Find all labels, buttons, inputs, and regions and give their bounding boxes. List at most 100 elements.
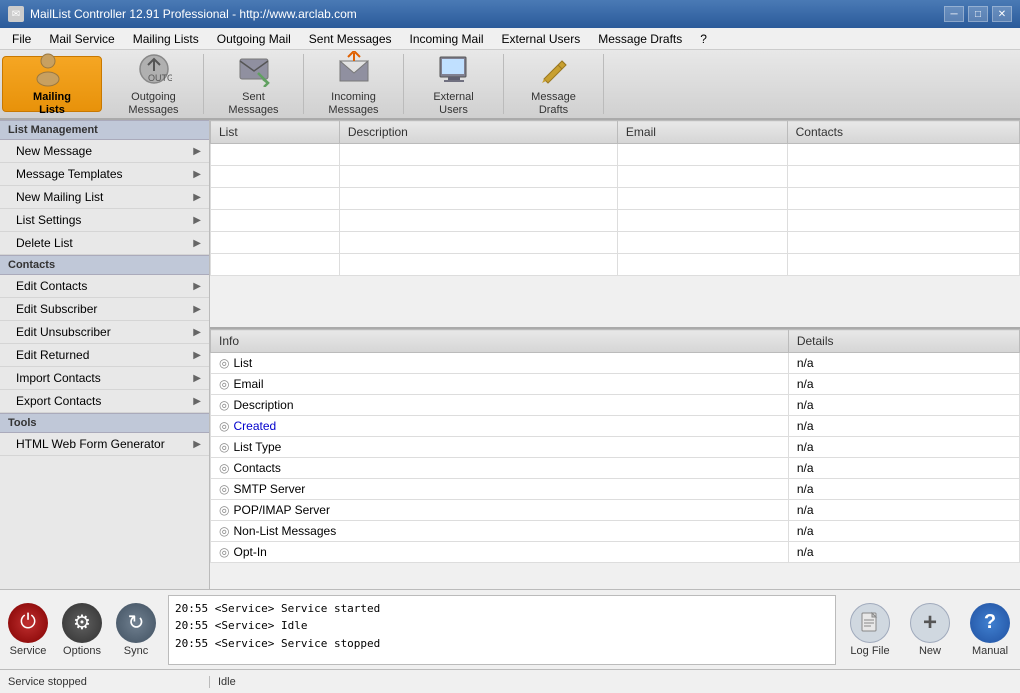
external-users-icon — [434, 51, 474, 87]
sidebar-item-delete-list[interactable]: Delete List ▶ — [0, 232, 209, 255]
sidebar-item-new-mailing-list[interactable]: New Mailing List ▶ — [0, 186, 209, 209]
arrow-icon: ▶ — [193, 238, 201, 249]
outgoing-messages-icon: OUTG — [134, 51, 174, 87]
options-button[interactable]: ⚙ Options — [58, 603, 106, 657]
new-button[interactable]: + New — [904, 603, 956, 657]
info-icon: ◎ — [219, 503, 229, 517]
toolbar-external-users[interactable]: ExternalUsers — [404, 54, 504, 114]
new-label: New — [919, 645, 941, 657]
menu-sent-messages[interactable]: Sent Messages — [301, 30, 400, 48]
sidebar-item-edit-unsubscriber[interactable]: Edit Unsubscriber ▶ — [0, 321, 209, 344]
arrow-icon: ▶ — [193, 327, 201, 338]
col-list: List — [211, 121, 340, 144]
menu-incoming-mail[interactable]: Incoming Mail — [402, 30, 492, 48]
bottom-panel: ⏻ Service ⚙ Options ↻ Sync 20:55 <Servic… — [0, 589, 1020, 669]
toolbar-incoming-messages[interactable]: IncomingMessages — [304, 54, 404, 114]
sidebar-item-edit-contacts[interactable]: Edit Contacts ▶ — [0, 275, 209, 298]
info-table-container: Info Details ◎List n/a ◎Email n/a ◎Descr… — [210, 329, 1020, 589]
toolbar-outgoing-messages[interactable]: OUTG OutgoingMessages — [104, 54, 204, 114]
sidebar-item-list-settings[interactable]: List Settings ▶ — [0, 209, 209, 232]
titlebar-title: ✉ MailList Controller 12.91 Professional… — [8, 6, 357, 22]
sidebar: List Management New Message ▶ Message Te… — [0, 120, 210, 589]
table-row[interactable] — [211, 254, 1020, 276]
table-row[interactable] — [211, 166, 1020, 188]
section-tools: Tools — [0, 413, 209, 433]
manual-icon: ? — [970, 603, 1010, 643]
sidebar-item-edit-subscriber[interactable]: Edit Subscriber ▶ — [0, 298, 209, 321]
minimize-button[interactable]: ─ — [944, 6, 964, 22]
info-row-list-type: ◎List Type n/a — [211, 437, 1020, 458]
arrow-icon: ▶ — [193, 192, 201, 203]
log-file-icon — [850, 603, 890, 643]
info-icon: ◎ — [219, 356, 229, 370]
options-label: Options — [63, 645, 101, 657]
titlebar-controls: ─ □ ✕ — [944, 6, 1012, 22]
menu-message-drafts[interactable]: Message Drafts — [590, 30, 690, 48]
info-row-list: ◎List n/a — [211, 353, 1020, 374]
arrow-icon: ▶ — [193, 396, 201, 407]
arrow-icon: ▶ — [193, 169, 201, 180]
incoming-messages-icon — [334, 51, 374, 87]
content-area: List Description Email Contacts — [210, 120, 1020, 589]
mailing-lists-table: List Description Email Contacts — [210, 120, 1020, 276]
options-icon: ⚙ — [62, 603, 102, 643]
menu-file[interactable]: File — [4, 30, 39, 48]
arrow-icon: ▶ — [193, 304, 201, 315]
close-button[interactable]: ✕ — [992, 6, 1012, 22]
message-drafts-label: MessageDrafts — [531, 91, 576, 117]
toolbar-sent-messages[interactable]: SentMessages — [204, 54, 304, 114]
menubar: File Mail Service Mailing Lists Outgoing… — [0, 28, 1020, 50]
log-area: 20:55 <Service> Service started 20:55 <S… — [168, 595, 836, 665]
info-icon: ◎ — [219, 398, 229, 412]
menu-external-users[interactable]: External Users — [494, 30, 589, 48]
service-icon: ⏻ — [8, 603, 48, 643]
sidebar-item-html-web-form[interactable]: HTML Web Form Generator ▶ — [0, 433, 209, 456]
sidebar-item-edit-returned[interactable]: Edit Returned ▶ — [0, 344, 209, 367]
table-row[interactable] — [211, 188, 1020, 210]
menu-help[interactable]: ? — [692, 30, 715, 48]
sidebar-item-message-templates[interactable]: Message Templates ▶ — [0, 163, 209, 186]
outgoing-messages-label: OutgoingMessages — [128, 91, 178, 117]
app-icon: ✉ — [8, 6, 24, 22]
log-entry-3: 20:55 <Service> Service stopped — [175, 635, 829, 653]
toolbar-mailing-lists[interactable]: MailingLists — [2, 56, 102, 112]
maximize-button[interactable]: □ — [968, 6, 988, 22]
menu-mailing-lists[interactable]: Mailing Lists — [125, 30, 207, 48]
service-label: Service — [10, 645, 47, 657]
service-button[interactable]: ⏻ Service — [4, 603, 52, 657]
info-icon: ◎ — [219, 461, 229, 475]
arrow-icon: ▶ — [193, 281, 201, 292]
svg-text:OUTG: OUTG — [148, 73, 172, 83]
titlebar: ✉ MailList Controller 12.91 Professional… — [0, 0, 1020, 28]
status-service: Service stopped — [0, 676, 210, 688]
table-row[interactable] — [211, 144, 1020, 166]
toolbar: MailingLists OUTG OutgoingMessages SentM… — [0, 50, 1020, 120]
sync-button[interactable]: ↻ Sync — [112, 603, 160, 657]
sidebar-item-export-contacts[interactable]: Export Contacts ▶ — [0, 390, 209, 413]
menu-outgoing-mail[interactable]: Outgoing Mail — [209, 30, 299, 48]
left-actions: ⏻ Service ⚙ Options ↻ Sync — [4, 603, 160, 657]
info-table: Info Details ◎List n/a ◎Email n/a ◎Descr… — [210, 329, 1020, 563]
statusbar: Service stopped Idle — [0, 669, 1020, 693]
sidebar-item-import-contacts[interactable]: Import Contacts ▶ — [0, 367, 209, 390]
info-icon: ◎ — [219, 524, 229, 538]
col-details: Details — [788, 330, 1019, 353]
col-description: Description — [339, 121, 617, 144]
table-row[interactable] — [211, 232, 1020, 254]
status-idle: Idle — [210, 676, 244, 688]
log-file-button[interactable]: Log File — [844, 603, 896, 657]
menu-mail-service[interactable]: Mail Service — [41, 30, 122, 48]
arrow-icon: ▶ — [193, 350, 201, 361]
external-users-label: ExternalUsers — [433, 91, 473, 117]
main-layout: List Management New Message ▶ Message Te… — [0, 120, 1020, 589]
manual-button[interactable]: ? Manual — [964, 603, 1016, 657]
info-row-created: ◎Created n/a — [211, 416, 1020, 437]
col-info: Info — [211, 330, 789, 353]
table-row[interactable] — [211, 210, 1020, 232]
info-icon: ◎ — [219, 419, 229, 433]
toolbar-message-drafts[interactable]: MessageDrafts — [504, 54, 604, 114]
sidebar-item-new-message[interactable]: New Message ▶ — [0, 140, 209, 163]
log-entry-2: 20:55 <Service> Idle — [175, 617, 829, 635]
arrow-icon: ▶ — [193, 373, 201, 384]
arrow-icon: ▶ — [193, 146, 201, 157]
